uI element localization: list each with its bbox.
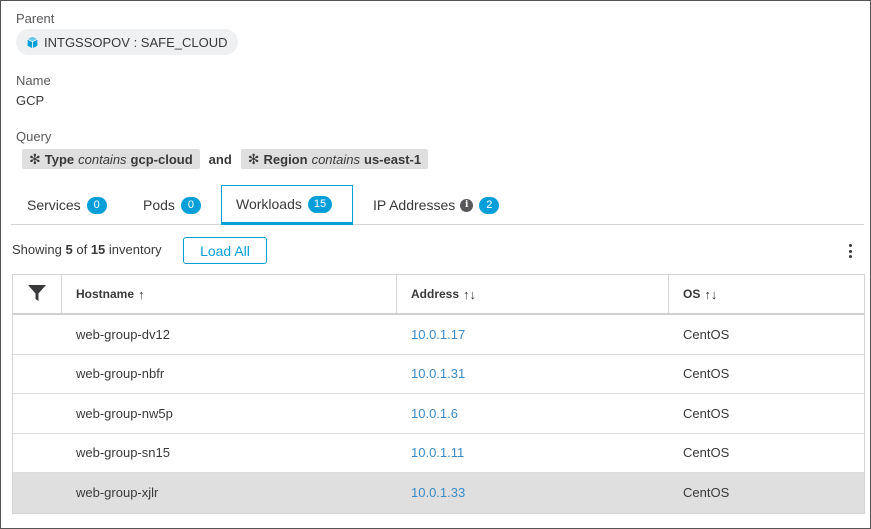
inventory-summary: Showing 5 of 15 inventory — [12, 242, 162, 257]
query-operator: contains — [311, 151, 360, 167]
address-link[interactable]: 10.0.1.31 — [397, 366, 669, 381]
column-filter-toggle[interactable] — [13, 275, 62, 313]
column-header-address[interactable]: Address ↑↓ — [397, 275, 669, 313]
name-value: GCP — [16, 93, 45, 108]
count-badge: 0 — [180, 196, 201, 214]
query-label: Query — [16, 129, 52, 144]
query-condition-chip: ✻ Type contains gcp-cloud — [22, 149, 200, 169]
query-expression: ✻ Type contains gcp-cloud and ✻ Region c… — [22, 149, 429, 169]
column-label: Address — [411, 287, 460, 301]
hostname-cell: web-group-nbfr — [76, 366, 165, 382]
table-row[interactable]: web-group-sn15 10.0.1.11 CentOS — [13, 434, 864, 473]
summary-of: of — [76, 242, 88, 257]
tab-label: Workloads — [236, 196, 302, 212]
parent-scope-pill[interactable]: INTGSSOPOV : SAFE_CLOUD — [16, 29, 238, 55]
address-link[interactable]: 10.0.1.17 — [397, 327, 669, 342]
inventory-filter-panel: Parent INTGSSOPOV : SAFE_CLOUD Name GCP … — [0, 0, 871, 529]
name-label: Name — [16, 73, 51, 88]
tab-workloads[interactable]: Workloads 15 — [221, 185, 353, 225]
inventory-tabs: Services 0 Pods 0 Workloads 15 IP Addres… — [11, 185, 864, 225]
count-badge: 0 — [86, 196, 107, 214]
tab-ip-addresses[interactable]: IP Addresses i 2 — [373, 185, 500, 225]
asterisk-icon: ✻ — [247, 150, 260, 167]
os-cell: CentOS — [683, 366, 730, 382]
address-link[interactable]: 10.0.1.33 — [397, 485, 669, 500]
query-field: Region — [263, 151, 308, 167]
query-condition-chip: ✻ Region contains us-east-1 — [240, 149, 429, 169]
hostname-cell: web-group-xjlr — [76, 485, 159, 501]
summary-suffix: inventory — [108, 242, 162, 257]
load-all-button[interactable]: Load All — [183, 237, 267, 264]
hostname-cell: web-group-sn15 — [76, 445, 170, 461]
os-cell: CentOS — [683, 326, 730, 342]
info-icon[interactable]: i — [460, 198, 474, 212]
table-row[interactable]: web-group-nbfr 10.0.1.31 CentOS — [13, 355, 864, 394]
tab-services[interactable]: Services 0 — [27, 185, 107, 225]
more-options-icon[interactable] — [842, 241, 858, 261]
tab-label: Pods — [143, 197, 175, 213]
parent-label: Parent — [16, 11, 55, 26]
count-badge: 15 — [307, 195, 333, 213]
asterisk-icon: ✻ — [29, 150, 41, 167]
query-value: gcp-cloud — [130, 151, 193, 167]
hostname-cell: web-group-dv12 — [76, 326, 170, 342]
hostname-cell: web-group-nw5p — [76, 405, 173, 421]
address-link[interactable]: 10.0.1.6 — [397, 406, 669, 421]
column-header-hostname[interactable]: Hostname ↑ — [62, 275, 397, 313]
table-row[interactable]: web-group-dv12 10.0.1.17 CentOS — [13, 315, 864, 355]
filter-icon — [27, 283, 47, 306]
column-label: OS — [683, 287, 701, 301]
os-cell: CentOS — [683, 445, 730, 461]
count-badge: 2 — [479, 196, 500, 214]
query-field: Type — [44, 151, 75, 167]
workloads-table: Hostname ↑ Address ↑↓ OS ↑↓ web-group-dv… — [12, 274, 865, 514]
sort-icon: ↑↓ — [463, 286, 477, 302]
query-operator: contains — [78, 151, 127, 167]
column-label: Hostname — [76, 287, 135, 301]
tab-pods[interactable]: Pods 0 — [143, 185, 201, 225]
tab-label: Services — [27, 197, 81, 213]
table-header: Hostname ↑ Address ↑↓ OS ↑↓ — [13, 275, 864, 315]
parent-scope-value: INTGSSOPOV : SAFE_CLOUD — [44, 34, 228, 50]
os-cell: CentOS — [683, 405, 730, 421]
tab-label: IP Addresses — [373, 197, 456, 213]
address-link[interactable]: 10.0.1.11 — [397, 445, 669, 460]
table-row-selected[interactable]: web-group-xjlr 10.0.1.33 CentOS — [13, 473, 864, 513]
os-cell: CentOS — [683, 485, 730, 501]
query-conjunction: and — [208, 151, 232, 167]
column-header-os[interactable]: OS ↑↓ — [669, 275, 864, 313]
summary-total-count: 15 — [90, 242, 106, 257]
sort-icon: ↑↓ — [704, 286, 718, 302]
summary-shown-count: 5 — [65, 242, 73, 257]
cube-icon — [26, 36, 39, 49]
query-value: us-east-1 — [364, 151, 422, 167]
summary-prefix: Showing — [12, 242, 62, 257]
table-row[interactable]: web-group-nw5p 10.0.1.6 CentOS — [13, 394, 864, 434]
sort-ascending-icon: ↑ — [138, 286, 145, 302]
